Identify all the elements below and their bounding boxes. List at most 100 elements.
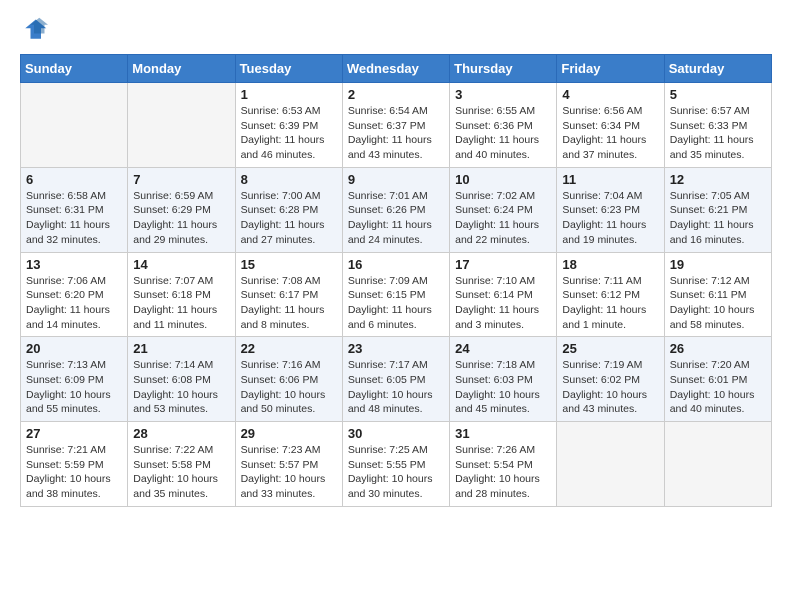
day-detail: Sunrise: 7:01 AMSunset: 6:26 PMDaylight:… <box>348 189 444 248</box>
weekday-header-row: SundayMondayTuesdayWednesdayThursdayFrid… <box>21 55 772 83</box>
calendar-header: SundayMondayTuesdayWednesdayThursdayFrid… <box>21 55 772 83</box>
day-detail: Sunrise: 7:07 AMSunset: 6:18 PMDaylight:… <box>133 274 229 333</box>
day-number: 26 <box>670 341 766 356</box>
day-number: 7 <box>133 172 229 187</box>
day-number: 8 <box>241 172 337 187</box>
day-number: 10 <box>455 172 551 187</box>
weekday-header-thursday: Thursday <box>450 55 557 83</box>
calendar-cell: 14 Sunrise: 7:07 AMSunset: 6:18 PMDayligh… <box>128 252 235 337</box>
calendar-cell: 27 Sunrise: 7:21 AMSunset: 5:59 PMDayligh… <box>21 422 128 507</box>
calendar-cell: 10 Sunrise: 7:02 AMSunset: 6:24 PMDayligh… <box>450 167 557 252</box>
calendar-cell <box>557 422 664 507</box>
day-detail: Sunrise: 7:20 AMSunset: 6:01 PMDaylight:… <box>670 358 766 417</box>
day-detail: Sunrise: 6:54 AMSunset: 6:37 PMDaylight:… <box>348 104 444 163</box>
calendar-cell: 31Sunrise: 7:26 AMSunset: 5:54 PMDayligh… <box>450 422 557 507</box>
calendar-cell: 6 Sunrise: 6:58 AMSunset: 6:31 PMDaylight… <box>21 167 128 252</box>
calendar-table: SundayMondayTuesdayWednesdayThursdayFrid… <box>20 54 772 507</box>
day-number: 12 <box>670 172 766 187</box>
day-detail: Sunrise: 7:12 AMSunset: 6:11 PMDaylight:… <box>670 274 766 333</box>
day-number: 14 <box>133 257 229 272</box>
day-number: 28 <box>133 426 229 441</box>
day-number: 4 <box>562 87 658 102</box>
calendar-week-3: 13 Sunrise: 7:06 AMSunset: 6:20 PMDayligh… <box>21 252 772 337</box>
calendar-cell: 23Sunrise: 7:17 AMSunset: 6:05 PMDayligh… <box>342 337 449 422</box>
day-detail: Sunrise: 7:22 AMSunset: 5:58 PMDaylight:… <box>133 443 229 502</box>
day-number: 18 <box>562 257 658 272</box>
calendar-cell: 4 Sunrise: 6:56 AMSunset: 6:34 PMDaylight… <box>557 83 664 168</box>
calendar-cell: 3Sunrise: 6:55 AMSunset: 6:36 PMDaylight… <box>450 83 557 168</box>
calendar-cell <box>21 83 128 168</box>
calendar-cell: 19 Sunrise: 7:12 AMSunset: 6:11 PMDayligh… <box>664 252 771 337</box>
day-detail: Sunrise: 6:58 AMSunset: 6:31 PMDaylight:… <box>26 189 122 248</box>
calendar-cell: 13 Sunrise: 7:06 AMSunset: 6:20 PMDayligh… <box>21 252 128 337</box>
day-detail: Sunrise: 6:55 AMSunset: 6:36 PMDaylight:… <box>455 104 551 163</box>
day-number: 23 <box>348 341 444 356</box>
calendar-cell: 5 Sunrise: 6:57 AMSunset: 6:33 PMDaylight… <box>664 83 771 168</box>
calendar-cell: 18Sunrise: 7:11 AMSunset: 6:12 PMDayligh… <box>557 252 664 337</box>
calendar-week-1: 1 Sunrise: 6:53 AMSunset: 6:39 PMDaylight… <box>21 83 772 168</box>
calendar-cell: 26 Sunrise: 7:20 AMSunset: 6:01 PMDayligh… <box>664 337 771 422</box>
calendar-cell: 25Sunrise: 7:19 AMSunset: 6:02 PMDayligh… <box>557 337 664 422</box>
day-detail: Sunrise: 6:57 AMSunset: 6:33 PMDaylight:… <box>670 104 766 163</box>
day-detail: Sunrise: 7:04 AMSunset: 6:23 PMDaylight:… <box>562 189 658 248</box>
day-detail: Sunrise: 7:21 AMSunset: 5:59 PMDaylight:… <box>26 443 122 502</box>
day-number: 20 <box>26 341 122 356</box>
calendar-week-4: 20 Sunrise: 7:13 AMSunset: 6:09 PMDayligh… <box>21 337 772 422</box>
day-detail: Sunrise: 7:08 AMSunset: 6:17 PMDaylight:… <box>241 274 337 333</box>
calendar-cell: 12 Sunrise: 7:05 AMSunset: 6:21 PMDayligh… <box>664 167 771 252</box>
day-detail: Sunrise: 7:05 AMSunset: 6:21 PMDaylight:… <box>670 189 766 248</box>
day-number: 11 <box>562 172 658 187</box>
day-detail: Sunrise: 6:56 AMSunset: 6:34 PMDaylight:… <box>562 104 658 163</box>
weekday-header-friday: Friday <box>557 55 664 83</box>
calendar-week-5: 27 Sunrise: 7:21 AMSunset: 5:59 PMDayligh… <box>21 422 772 507</box>
calendar-cell: 8 Sunrise: 7:00 AMSunset: 6:28 PMDaylight… <box>235 167 342 252</box>
day-number: 31 <box>455 426 551 441</box>
day-detail: Sunrise: 7:10 AMSunset: 6:14 PMDaylight:… <box>455 274 551 333</box>
calendar-cell: 20 Sunrise: 7:13 AMSunset: 6:09 PMDayligh… <box>21 337 128 422</box>
weekday-header-monday: Monday <box>128 55 235 83</box>
day-detail: Sunrise: 7:09 AMSunset: 6:15 PMDaylight:… <box>348 274 444 333</box>
day-number: 19 <box>670 257 766 272</box>
day-number: 5 <box>670 87 766 102</box>
logo <box>20 16 52 44</box>
header <box>20 16 772 44</box>
calendar-cell: 16 Sunrise: 7:09 AMSunset: 6:15 PMDayligh… <box>342 252 449 337</box>
logo-icon <box>20 16 48 44</box>
day-detail: Sunrise: 6:53 AMSunset: 6:39 PMDaylight:… <box>241 104 337 163</box>
day-number: 27 <box>26 426 122 441</box>
calendar-week-2: 6 Sunrise: 6:58 AMSunset: 6:31 PMDaylight… <box>21 167 772 252</box>
day-number: 22 <box>241 341 337 356</box>
day-detail: Sunrise: 7:00 AMSunset: 6:28 PMDaylight:… <box>241 189 337 248</box>
calendar-cell: 30 Sunrise: 7:25 AMSunset: 5:55 PMDayligh… <box>342 422 449 507</box>
calendar-cell: 17 Sunrise: 7:10 AMSunset: 6:14 PMDayligh… <box>450 252 557 337</box>
day-detail: Sunrise: 7:18 AMSunset: 6:03 PMDaylight:… <box>455 358 551 417</box>
calendar-cell: 9 Sunrise: 7:01 AMSunset: 6:26 PMDaylight… <box>342 167 449 252</box>
calendar-cell: 1 Sunrise: 6:53 AMSunset: 6:39 PMDaylight… <box>235 83 342 168</box>
calendar-cell: 7Sunrise: 6:59 AMSunset: 6:29 PMDaylight… <box>128 167 235 252</box>
calendar-cell: 28 Sunrise: 7:22 AMSunset: 5:58 PMDayligh… <box>128 422 235 507</box>
calendar-cell: 22 Sunrise: 7:16 AMSunset: 6:06 PMDayligh… <box>235 337 342 422</box>
day-detail: Sunrise: 7:25 AMSunset: 5:55 PMDaylight:… <box>348 443 444 502</box>
day-number: 30 <box>348 426 444 441</box>
day-number: 15 <box>241 257 337 272</box>
calendar-cell: 2Sunrise: 6:54 AMSunset: 6:37 PMDaylight… <box>342 83 449 168</box>
weekday-header-sunday: Sunday <box>21 55 128 83</box>
calendar-cell <box>664 422 771 507</box>
day-number: 17 <box>455 257 551 272</box>
day-detail: Sunrise: 7:02 AMSunset: 6:24 PMDaylight:… <box>455 189 551 248</box>
day-detail: Sunrise: 7:16 AMSunset: 6:06 PMDaylight:… <box>241 358 337 417</box>
calendar-cell: 21Sunrise: 7:14 AMSunset: 6:08 PMDayligh… <box>128 337 235 422</box>
day-number: 6 <box>26 172 122 187</box>
day-detail: Sunrise: 7:13 AMSunset: 6:09 PMDaylight:… <box>26 358 122 417</box>
day-detail: Sunrise: 7:19 AMSunset: 6:02 PMDaylight:… <box>562 358 658 417</box>
day-number: 9 <box>348 172 444 187</box>
day-number: 1 <box>241 87 337 102</box>
day-number: 16 <box>348 257 444 272</box>
calendar-page: SundayMondayTuesdayWednesdayThursdayFrid… <box>0 0 792 523</box>
calendar-body: 1 Sunrise: 6:53 AMSunset: 6:39 PMDaylight… <box>21 83 772 507</box>
day-detail: Sunrise: 7:14 AMSunset: 6:08 PMDaylight:… <box>133 358 229 417</box>
day-detail: Sunrise: 7:06 AMSunset: 6:20 PMDaylight:… <box>26 274 122 333</box>
weekday-header-wednesday: Wednesday <box>342 55 449 83</box>
day-number: 13 <box>26 257 122 272</box>
calendar-cell: 15 Sunrise: 7:08 AMSunset: 6:17 PMDayligh… <box>235 252 342 337</box>
